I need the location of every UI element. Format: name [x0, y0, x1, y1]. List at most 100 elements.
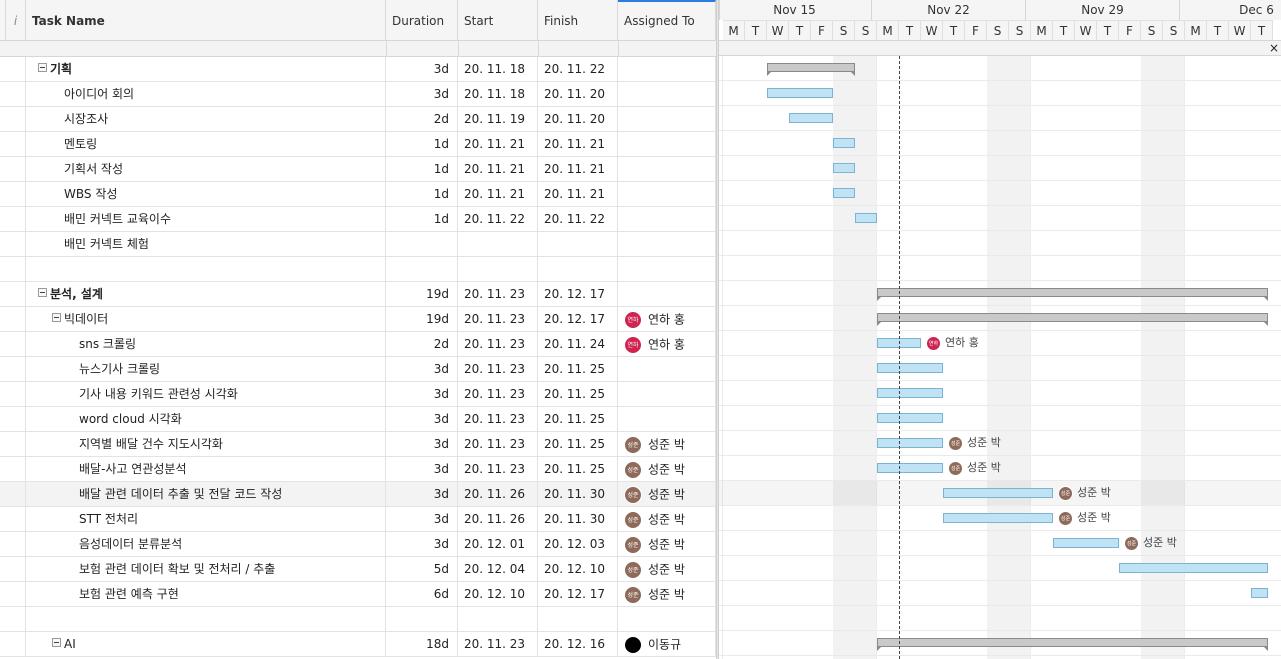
table-row[interactable]: 멘토링 1d 20. 11. 21 20. 11. 21	[0, 132, 716, 157]
table-row[interactable]: AI 18d 20. 11. 23 20. 12. 16 이동규	[0, 632, 716, 657]
task-bar[interactable]	[855, 213, 877, 223]
table-row[interactable]: 기사 내용 키워드 관련성 시각화 3d 20. 11. 23 20. 11. 25	[0, 382, 716, 407]
duration-cell[interactable]: 3d	[386, 357, 458, 381]
table-row[interactable]	[0, 257, 716, 282]
assigned-to-cell[interactable]: 연하 연하 홍	[618, 307, 716, 331]
summary-bar[interactable]	[877, 288, 1268, 301]
task-name-cell[interactable]: 빅데이터	[26, 307, 386, 331]
finish-date-cell[interactable]: 20. 11. 22	[538, 57, 618, 81]
duration-cell[interactable]: 3d	[386, 482, 458, 506]
task-bar[interactable]	[943, 513, 1053, 523]
table-row[interactable]: 빅데이터 19d 20. 11. 23 20. 12. 17 연하 연하 홍	[0, 307, 716, 332]
column-header-duration[interactable]: Duration	[386, 0, 458, 40]
task-bar[interactable]	[877, 463, 943, 473]
assigned-to-cell[interactable]	[618, 282, 716, 306]
start-date-cell[interactable]: 20. 12. 10	[458, 582, 538, 606]
table-row[interactable]: WBS 작성 1d 20. 11. 21 20. 11. 21	[0, 182, 716, 207]
duration-cell[interactable]: 3d	[386, 82, 458, 106]
task-name-cell[interactable]: 기획	[26, 57, 386, 81]
task-bar[interactable]	[943, 488, 1053, 498]
finish-date-cell[interactable]: 20. 11. 24	[538, 332, 618, 356]
task-name-cell[interactable]: 기획서 작성	[26, 157, 386, 181]
task-bar[interactable]	[877, 438, 943, 448]
task-bar[interactable]	[767, 88, 833, 98]
finish-date-cell[interactable]: 20. 12. 17	[538, 582, 618, 606]
assigned-to-cell[interactable]	[618, 257, 716, 281]
duration-cell[interactable]: 2d	[386, 332, 458, 356]
finish-date-cell[interactable]: 20. 11. 20	[538, 107, 618, 131]
start-date-cell[interactable]: 20. 12. 04	[458, 557, 538, 581]
task-name-cell[interactable]: 멘토링	[26, 132, 386, 156]
table-row[interactable]: sns 크롤링 2d 20. 11. 23 20. 11. 24 연하 연하 홍	[0, 332, 716, 357]
task-name-cell[interactable]: 음성데이터 분류분석	[26, 532, 386, 556]
table-row[interactable]: 음성데이터 분류분석 3d 20. 12. 01 20. 12. 03 성준 성준 박	[0, 532, 716, 557]
table-row[interactable]: 배민 커넥트 교육이수 1d 20. 11. 22 20. 11. 22	[0, 207, 716, 232]
column-header-finish[interactable]: Finish	[538, 0, 618, 40]
duration-cell[interactable]: 5d	[386, 557, 458, 581]
start-date-cell[interactable]: 20. 11. 23	[458, 282, 538, 306]
finish-date-cell[interactable]: 20. 12. 17	[538, 307, 618, 331]
finish-date-cell[interactable]: 20. 12. 03	[538, 532, 618, 556]
table-row[interactable]: 뉴스기사 크롤링 3d 20. 11. 23 20. 11. 25	[0, 357, 716, 382]
start-date-cell[interactable]: 20. 11. 21	[458, 132, 538, 156]
assigned-to-cell[interactable]	[618, 207, 716, 231]
assigned-to-cell[interactable]: 성준 성준 박	[618, 582, 716, 606]
finish-date-cell[interactable]: 20. 11. 30	[538, 507, 618, 531]
task-name-cell[interactable]: STT 전처리	[26, 507, 386, 531]
duration-cell[interactable]: 1d	[386, 207, 458, 231]
assigned-to-cell[interactable]	[618, 132, 716, 156]
task-bar[interactable]	[1119, 563, 1268, 573]
column-header-task-name[interactable]: Task Name	[26, 0, 386, 40]
task-name-cell[interactable]: 아이디어 회의	[26, 82, 386, 106]
table-row[interactable]: 배민 커넥트 체험	[0, 232, 716, 257]
assigned-to-cell[interactable]	[618, 107, 716, 131]
finish-date-cell[interactable]	[538, 257, 618, 281]
task-name-cell[interactable]	[26, 607, 386, 631]
duration-cell[interactable]: 2d	[386, 107, 458, 131]
task-bar[interactable]	[877, 413, 943, 423]
start-date-cell[interactable]: 20. 11. 19	[458, 107, 538, 131]
start-date-cell[interactable]: 20. 12. 01	[458, 532, 538, 556]
start-date-cell[interactable]: 20. 11. 23	[458, 432, 538, 456]
duration-cell[interactable]: 6d	[386, 582, 458, 606]
start-date-cell[interactable]: 20. 11. 21	[458, 157, 538, 181]
finish-date-cell[interactable]: 20. 12. 10	[538, 557, 618, 581]
assigned-to-cell[interactable]	[618, 407, 716, 431]
task-name-cell[interactable]: WBS 작성	[26, 182, 386, 206]
summary-bar[interactable]	[877, 638, 1268, 651]
collapse-toggle-icon[interactable]	[38, 288, 47, 297]
table-row[interactable]: 배달-사고 연관성분석 3d 20. 11. 23 20. 11. 25 성준 성준 박	[0, 457, 716, 482]
start-date-cell[interactable]: 20. 11. 23	[458, 357, 538, 381]
finish-date-cell[interactable]: 20. 11. 30	[538, 482, 618, 506]
start-date-cell[interactable]	[458, 607, 538, 631]
task-name-cell[interactable]: 뉴스기사 크롤링	[26, 357, 386, 381]
task-name-cell[interactable]: 보험 관련 데이터 확보 및 전처리 / 추출	[26, 557, 386, 581]
duration-cell[interactable]: 3d	[386, 432, 458, 456]
table-row[interactable]: 기획 3d 20. 11. 18 20. 11. 22	[0, 57, 716, 82]
collapse-toggle-icon[interactable]	[52, 313, 61, 322]
duration-cell[interactable]: 3d	[386, 507, 458, 531]
duration-cell[interactable]: 3d	[386, 382, 458, 406]
start-date-cell[interactable]: 20. 11. 23	[458, 407, 538, 431]
info-column-icon[interactable]: i	[6, 0, 26, 40]
assigned-to-cell[interactable]: 이동규	[618, 632, 716, 656]
assigned-to-cell[interactable]: 성준 성준 박	[618, 432, 716, 456]
task-name-cell[interactable]: 보험 관련 예측 구현	[26, 582, 386, 606]
start-date-cell[interactable]	[458, 257, 538, 281]
duration-cell[interactable]: 1d	[386, 157, 458, 181]
finish-date-cell[interactable]: 20. 11. 21	[538, 182, 618, 206]
start-date-cell[interactable]: 20. 11. 26	[458, 482, 538, 506]
table-row[interactable]	[0, 607, 716, 632]
table-row[interactable]: 배달 관련 데이터 추출 및 전달 코드 작성 3d 20. 11. 26 20. 1…	[0, 482, 716, 507]
assigned-to-cell[interactable]: 성준 성준 박	[618, 557, 716, 581]
duration-cell[interactable]: 3d	[386, 457, 458, 481]
task-name-cell[interactable]: 기사 내용 키워드 관련성 시각화	[26, 382, 386, 406]
table-row[interactable]: STT 전처리 3d 20. 11. 26 20. 11. 30 성준 성준 박	[0, 507, 716, 532]
assigned-to-cell[interactable]	[618, 607, 716, 631]
task-name-cell[interactable]: 지역별 배달 건수 지도시각화	[26, 432, 386, 456]
assigned-to-cell[interactable]	[618, 157, 716, 181]
task-bar[interactable]	[833, 188, 855, 198]
table-row[interactable]: 시장조사 2d 20. 11. 19 20. 11. 20	[0, 107, 716, 132]
finish-date-cell[interactable]: 20. 11. 25	[538, 457, 618, 481]
assigned-to-cell[interactable]: 성준 성준 박	[618, 507, 716, 531]
